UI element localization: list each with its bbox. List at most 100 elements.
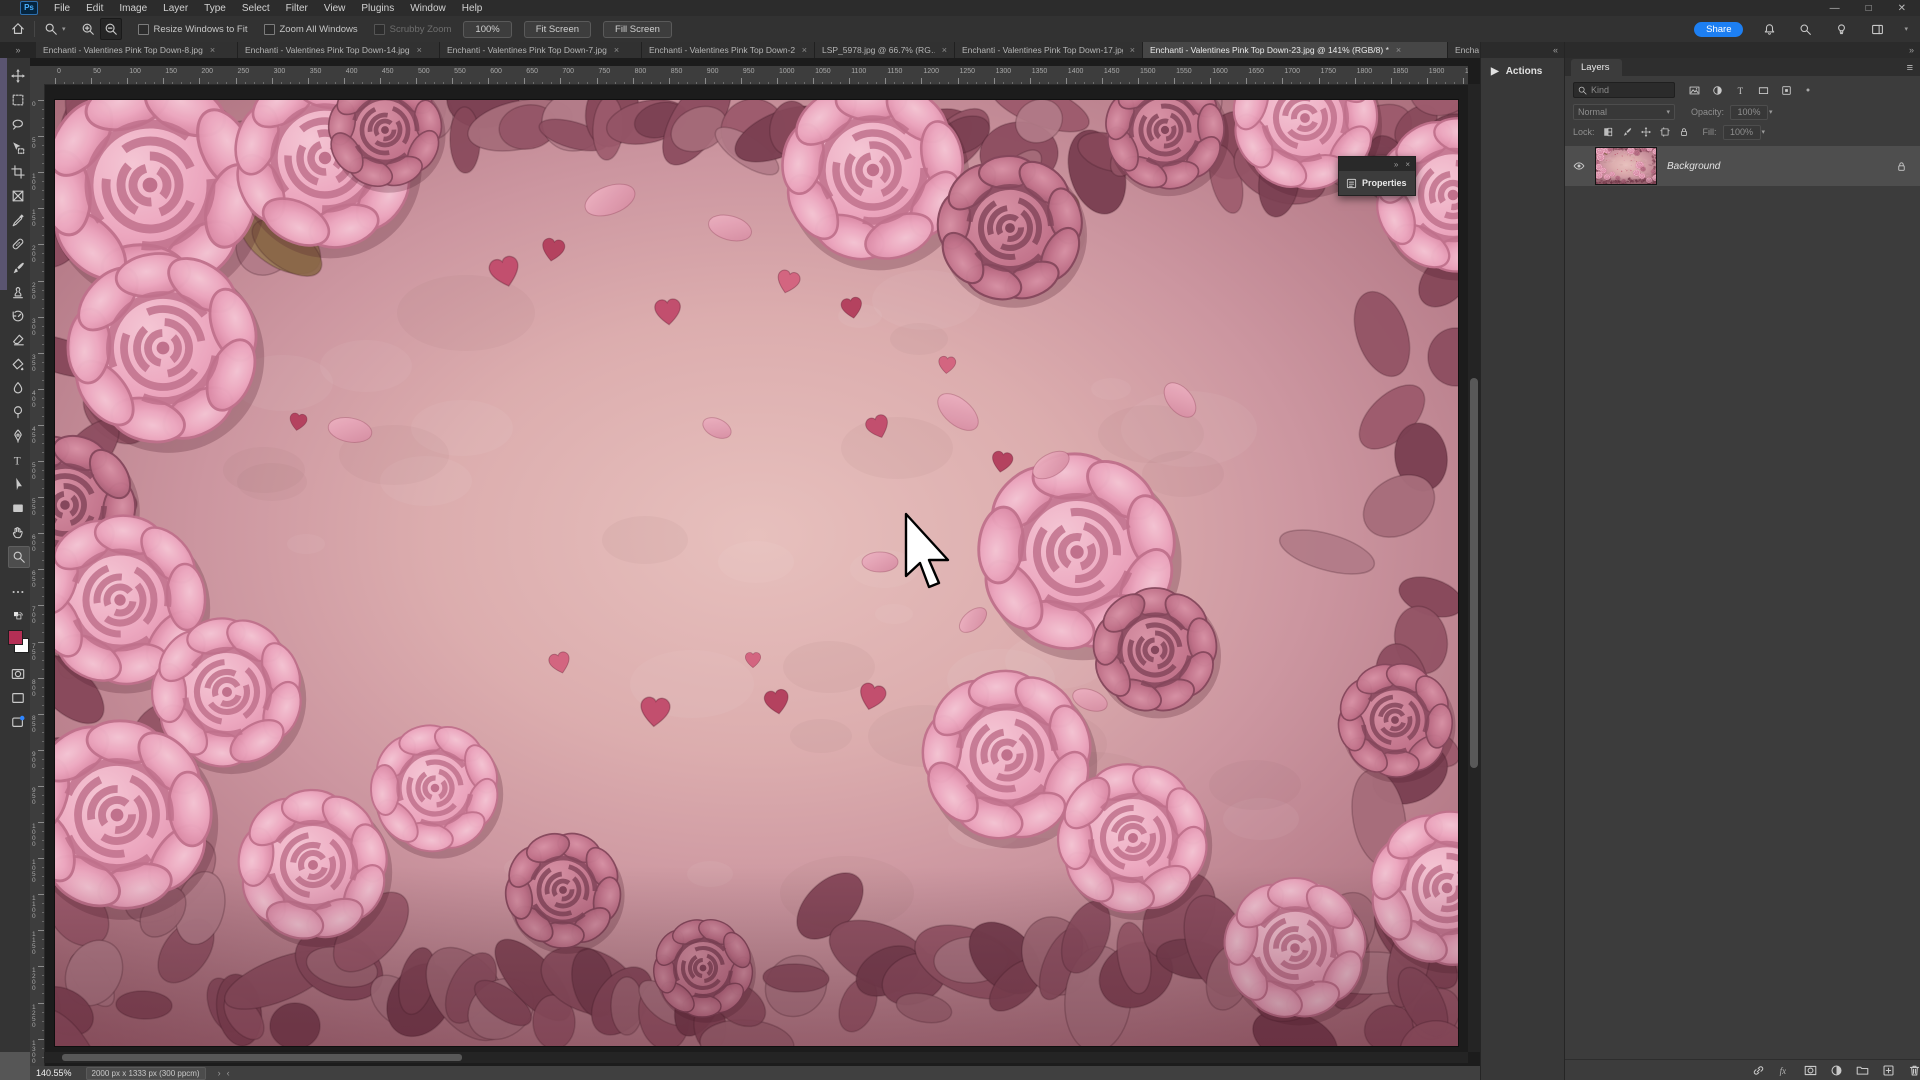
zoom-out-icon[interactable] [100,18,122,40]
properties-panel-tab[interactable]: Properties [1339,171,1415,195]
lock-position-icon[interactable] [1641,127,1651,137]
layer-thumbnail[interactable] [1595,147,1657,185]
history-brush-tool[interactable] [8,306,28,326]
actions-panel-button[interactable]: ▶ Actions [1481,58,1565,77]
tab-layers[interactable]: Layers [1571,59,1622,76]
blend-mode-select[interactable]: Normal ▾ [1573,104,1675,120]
photoshop-logo-icon[interactable]: Ps [20,1,38,15]
layer-row-background[interactable]: Background [1565,146,1920,186]
type-tool[interactable]: T [8,450,28,470]
layer-search-input[interactable]: Kind [1573,82,1675,98]
menu-layer[interactable]: Layer [155,3,196,14]
document-tab-6[interactable]: Enchanti - Valentines Pink Top Down-17.j… [955,42,1143,58]
canvas-image[interactable] [55,100,1458,1046]
brush-tool[interactable] [8,258,28,278]
minimize-icon[interactable]: — [1830,3,1840,14]
close-icon[interactable]: ✕ [1898,3,1906,14]
ruler-corner[interactable] [30,66,45,85]
tab-close-icon[interactable]: × [1396,45,1401,55]
collapse-panel-icon[interactable]: » [1394,160,1398,169]
frame-tool[interactable] [8,186,28,206]
add-mask-icon[interactable] [1804,1064,1817,1077]
checkbox-resize-windows-to-fit[interactable]: Resize Windows to Fit [138,24,248,35]
document-tab-4[interactable]: Enchanti - Valentines Pink Top Down-21.j… [642,42,815,58]
swap-colors-icon[interactable] [8,606,28,626]
foreground-color-swatch[interactable] [8,630,23,645]
tab-scroll-left-icon[interactable]: » [0,42,36,58]
tab-close-icon[interactable]: × [614,45,619,55]
expand-dock-icon[interactable]: « [1553,45,1557,55]
maximize-icon[interactable]: □ [1866,3,1872,14]
document-tab-2[interactable]: Enchanti - Valentines Pink Top Down-14.j… [238,42,440,58]
zoom-level[interactable]: 140.55% [36,1068,72,1078]
button-fillscreen[interactable]: Fill Screen [603,21,672,38]
type-layer-filter-icon[interactable]: T [1735,85,1746,96]
adjustment-layer-filter-icon[interactable] [1712,85,1723,96]
lock-all-icon[interactable] [1679,127,1689,137]
object-selection-tool[interactable] [8,138,28,158]
dodge-tool[interactable] [8,402,28,422]
rectangle-tool[interactable] [8,498,28,518]
lock-transparency-icon[interactable] [1603,127,1613,137]
tab-close-icon[interactable]: × [802,45,807,55]
move-tool[interactable] [8,66,28,86]
menu-image[interactable]: Image [111,3,155,14]
layer-name[interactable]: Background [1667,161,1720,172]
filter-toggle-icon[interactable] [1804,86,1812,94]
close-panel-icon[interactable]: × [1405,160,1410,169]
eyedropper-tool[interactable] [8,210,28,230]
crop-tool[interactable] [8,162,28,182]
zoom-tool[interactable] [8,546,30,568]
lock-paint-icon[interactable] [1622,127,1632,137]
spot-healing-tool[interactable] [8,234,28,254]
clone-stamp-tool[interactable] [8,282,28,302]
menu-plugins[interactable]: Plugins [353,3,402,14]
workspace-switcher-icon[interactable] [1867,19,1887,39]
delete-layer-icon[interactable] [1908,1064,1920,1077]
ruler-top[interactable]: 0501001502002503003504004505005506006507… [44,66,1468,85]
lock-artboard-icon[interactable] [1660,127,1670,137]
tab-close-icon[interactable]: × [210,45,215,55]
eraser-tool[interactable] [8,330,28,350]
path-selection-tool[interactable] [8,474,28,494]
checkbox-box[interactable] [138,24,149,35]
home-icon[interactable] [8,19,28,39]
shape-layer-filter-icon[interactable] [1758,85,1769,96]
menu-filter[interactable]: Filter [278,3,316,14]
lasso-tool[interactable] [8,114,28,134]
discover-lightbulb-icon[interactable] [1831,19,1851,39]
capture-icon[interactable] [8,712,28,732]
status-popup-chevron[interactable]: › [218,1068,221,1078]
new-layer-icon[interactable] [1882,1064,1895,1077]
vertical-scrollbar[interactable] [1468,84,1480,1052]
blur-tool[interactable] [8,378,28,398]
ruler-left[interactable]: 05 01 0 01 5 02 0 02 5 03 0 03 5 04 0 04… [30,84,45,1074]
menu-window[interactable]: Window [402,3,454,14]
menu-edit[interactable]: Edit [78,3,111,14]
document-tab-7[interactable]: Enchanti - Valentines Pink Top Down-23.j… [1143,42,1448,58]
adjustment-layer-icon[interactable] [1830,1064,1843,1077]
menu-view[interactable]: View [316,3,354,14]
horizontal-scrollbar-thumb[interactable] [62,1054,462,1061]
document-tab-1[interactable]: Enchanti - Valentines Pink Top Down-8.jp… [36,42,238,58]
menu-type[interactable]: Type [196,3,234,14]
pixel-layer-filter-icon[interactable] [1689,85,1700,96]
smart-object-filter-icon[interactable] [1781,85,1792,96]
zoom-tool-icon[interactable] [41,19,61,39]
zoom-in-icon[interactable] [78,19,98,39]
quick-mask-icon[interactable] [8,664,28,684]
vertical-scrollbar-thumb[interactable] [1470,378,1478,768]
gradient-tool[interactable] [8,354,28,374]
rectangular-marquee-tool[interactable] [8,90,28,110]
link-layers-icon[interactable] [1752,1064,1765,1077]
horizontal-scrollbar[interactable] [44,1052,1468,1063]
fill-value[interactable]: 100% [1723,125,1761,140]
search-icon[interactable] [1795,19,1815,39]
button-fitscreen[interactable]: Fit Screen [524,21,591,38]
menu-help[interactable]: Help [454,3,491,14]
new-group-icon[interactable] [1856,1064,1869,1077]
tab-close-icon[interactable]: × [942,45,947,55]
share-button[interactable]: Share [1694,22,1743,37]
notifications-bell-icon[interactable] [1759,19,1779,39]
panel-menu-icon[interactable]: ≡ [1907,62,1920,76]
